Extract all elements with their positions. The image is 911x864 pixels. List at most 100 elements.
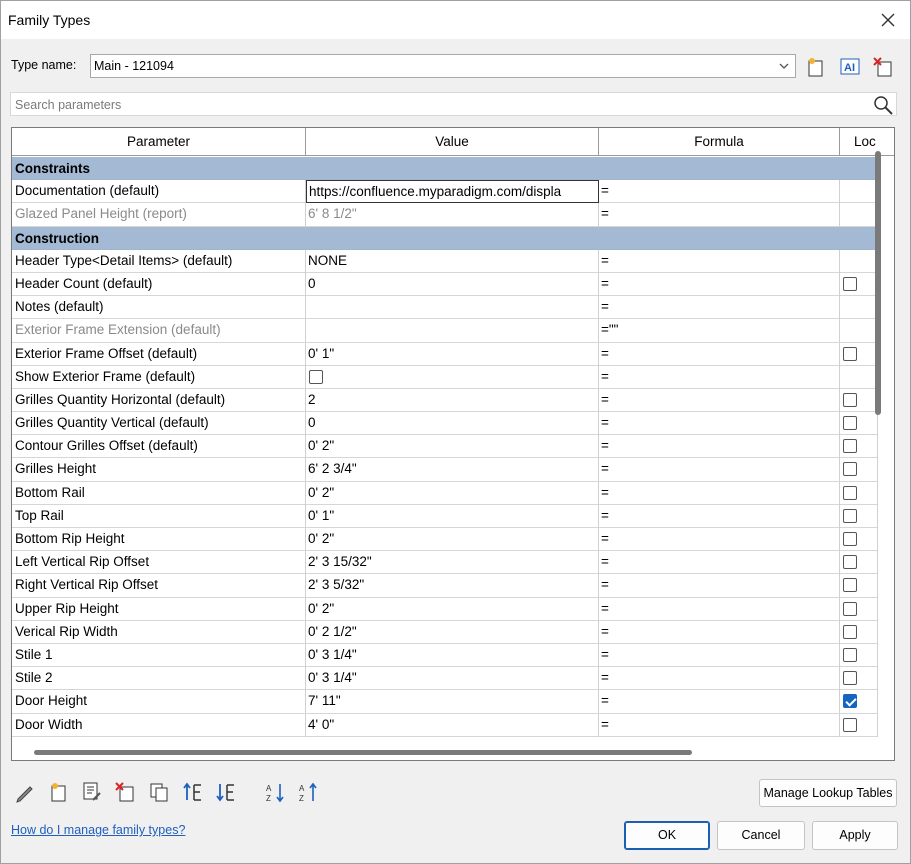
lock-checkbox[interactable]	[843, 601, 857, 616]
parameter-formula-cell[interactable]: =	[599, 713, 840, 737]
lock-checkbox[interactable]	[843, 485, 857, 500]
parameter-formula-cell[interactable]: =	[599, 551, 840, 575]
cancel-button[interactable]: Cancel	[717, 821, 805, 850]
lock-checkbox[interactable]	[843, 671, 857, 686]
parameter-name-cell[interactable]: Contour Grilles Offset (default)	[12, 435, 306, 459]
new-type-icon[interactable]	[804, 56, 826, 78]
parameter-row[interactable]: Header Type<Detail Items> (default) NONE =	[12, 249, 878, 273]
parameter-name-cell[interactable]: Stile 2	[12, 667, 306, 691]
parameter-row[interactable]: Notes (default) =	[12, 296, 878, 320]
parameter-value-cell[interactable]	[306, 365, 599, 389]
column-header-value[interactable]: Value	[306, 128, 599, 156]
parameter-name-cell[interactable]: Show Exterior Frame (default)	[12, 365, 306, 389]
parameter-value-cell[interactable]: 0' 2"	[306, 435, 599, 459]
new-parameter-icon[interactable]	[47, 781, 69, 803]
parameter-row[interactable]: Door Height 7' 11" =	[12, 690, 878, 714]
column-header-parameter[interactable]: Parameter	[12, 128, 306, 156]
lock-checkbox[interactable]	[843, 578, 857, 593]
parameter-value-cell[interactable]: 0' 2"	[306, 481, 599, 505]
parameter-name-cell[interactable]: Header Count (default)	[12, 272, 306, 296]
parameter-name-cell[interactable]: Left Vertical Rip Offset	[12, 551, 306, 575]
column-header-formula[interactable]: Formula	[599, 128, 840, 156]
group-header-row[interactable]: Constraints	[12, 157, 878, 181]
parameter-row[interactable]: Bottom Rip Height 0' 2" =	[12, 528, 878, 552]
parameter-row[interactable]: Exterior Frame Extension (default) =""	[12, 319, 878, 343]
lock-checkbox[interactable]	[843, 416, 857, 431]
parameter-value-cell[interactable]: 0' 3 1/4"	[306, 667, 599, 691]
parameter-name-cell[interactable]: Header Type<Detail Items> (default)	[12, 249, 306, 273]
parameter-name-cell[interactable]: Right Vertical Rip Offset	[12, 574, 306, 598]
parameter-value-cell[interactable]: 2' 3 5/32"	[306, 574, 599, 598]
parameter-row[interactable]: Top Rail 0' 1" =	[12, 504, 878, 528]
parameter-formula-cell[interactable]: =	[599, 272, 840, 296]
parameter-row[interactable]: Stile 1 0' 3 1/4" =	[12, 643, 878, 668]
parameter-row[interactable]: Stile 2 0' 3 1/4" =	[12, 667, 878, 691]
lock-checkbox[interactable]	[843, 532, 857, 546]
parameter-name-cell[interactable]: Exterior Frame Extension (default)	[12, 319, 306, 343]
parameter-row[interactable]: Documentation (default) https://confluenc…	[12, 180, 878, 204]
parameter-value-cell[interactable]: 0' 2"	[306, 597, 599, 621]
parameter-value-cell[interactable]: 2	[306, 388, 599, 412]
parameter-row[interactable]: Header Count (default) 0 =	[12, 272, 878, 297]
parameter-formula-cell[interactable]: =	[599, 388, 840, 412]
parameter-name-cell[interactable]: Stile 1	[12, 643, 306, 667]
parameter-value-cell[interactable]	[306, 319, 599, 343]
parameter-row[interactable]: Exterior Frame Offset (default) 0' 1" =	[12, 342, 878, 366]
manage-lookup-tables-button[interactable]: Manage Lookup Tables	[759, 779, 897, 807]
parameter-formula-cell[interactable]: =	[599, 667, 840, 691]
parameter-row[interactable]: Show Exterior Frame (default) =	[12, 365, 878, 389]
parameter-formula-cell[interactable]: =	[599, 435, 840, 459]
value-checkbox[interactable]	[309, 369, 323, 384]
lock-checkbox[interactable]	[843, 694, 857, 709]
delete-parameter-icon[interactable]	[114, 781, 136, 803]
lock-checkbox[interactable]	[843, 462, 857, 477]
move-down-icon[interactable]	[215, 781, 237, 803]
horizontal-scrollbar[interactable]	[34, 750, 692, 755]
sort-descending-icon[interactable]: AZ	[298, 781, 320, 803]
parameter-value-cell[interactable]: 0	[306, 272, 599, 296]
parameter-value-cell[interactable]: 7' 11"	[306, 690, 599, 714]
search-icon[interactable]	[872, 94, 894, 116]
help-link[interactable]: How do I manage family types?	[11, 823, 185, 837]
lock-checkbox[interactable]	[843, 508, 857, 523]
parameter-formula-cell[interactable]: =	[599, 365, 840, 389]
parameter-value-cell[interactable]: 0' 1"	[306, 342, 599, 366]
parameter-formula-cell[interactable]: =	[599, 342, 840, 366]
parameter-name-cell[interactable]: Bottom Rip Height	[12, 528, 306, 551]
parameter-row[interactable]: Glazed Panel Height (report) 6' 8 1/2" =	[12, 203, 878, 227]
parameter-row[interactable]: Bottom Rail 0' 2" =	[12, 481, 878, 505]
parameter-formula-cell[interactable]: =	[599, 528, 840, 551]
copy-parameter-icon[interactable]	[148, 781, 170, 803]
parameter-name-cell[interactable]: Upper Rip Height	[12, 597, 306, 621]
search-input[interactable]	[15, 96, 855, 113]
lock-checkbox[interactable]	[843, 624, 857, 639]
parameter-value-cell[interactable]: 6' 2 3/4"	[306, 458, 599, 482]
parameter-value-cell[interactable]: 0' 2"	[306, 528, 599, 551]
parameter-formula-cell[interactable]: =	[599, 574, 840, 598]
parameter-formula-cell[interactable]: =""	[599, 319, 840, 343]
parameter-name-cell[interactable]: Grilles Quantity Vertical (default)	[12, 412, 306, 436]
column-header-lock[interactable]: Loc	[840, 128, 894, 156]
parameter-name-cell[interactable]: Documentation (default)	[12, 180, 306, 204]
parameter-name-cell[interactable]: Bottom Rail	[12, 481, 306, 505]
parameter-value-cell[interactable]: 0' 1"	[306, 504, 599, 528]
parameter-row[interactable]: Right Vertical Rip Offset 2' 3 5/32" =	[12, 574, 878, 598]
parameter-formula-cell[interactable]: =	[599, 296, 840, 320]
parameter-row[interactable]: Contour Grilles Offset (default) 0' 2" =	[12, 435, 878, 459]
delete-type-icon[interactable]	[872, 56, 894, 78]
parameter-formula-cell[interactable]: =	[599, 481, 840, 505]
sort-ascending-icon[interactable]: AZ	[265, 781, 287, 803]
parameter-formula-cell[interactable]: =	[599, 643, 840, 667]
lock-checkbox[interactable]	[843, 555, 857, 570]
parameter-value-cell[interactable]: 0' 3 1/4"	[306, 643, 599, 667]
lock-checkbox[interactable]	[843, 276, 857, 291]
group-header-row[interactable]: Construction	[12, 226, 878, 250]
parameter-row[interactable]: Grilles Quantity Vertical (default) 0 =	[12, 412, 878, 436]
parameter-value-cell[interactable]: 4' 0"	[306, 713, 599, 737]
parameter-value-cell[interactable]: 0	[306, 412, 599, 436]
parameter-name-cell[interactable]: Grilles Height	[12, 458, 306, 482]
lock-checkbox[interactable]	[843, 647, 857, 662]
lock-checkbox[interactable]	[843, 392, 857, 407]
parameter-formula-cell[interactable]: =	[599, 412, 840, 436]
parameter-row[interactable]: Upper Rip Height 0' 2" =	[12, 597, 878, 621]
